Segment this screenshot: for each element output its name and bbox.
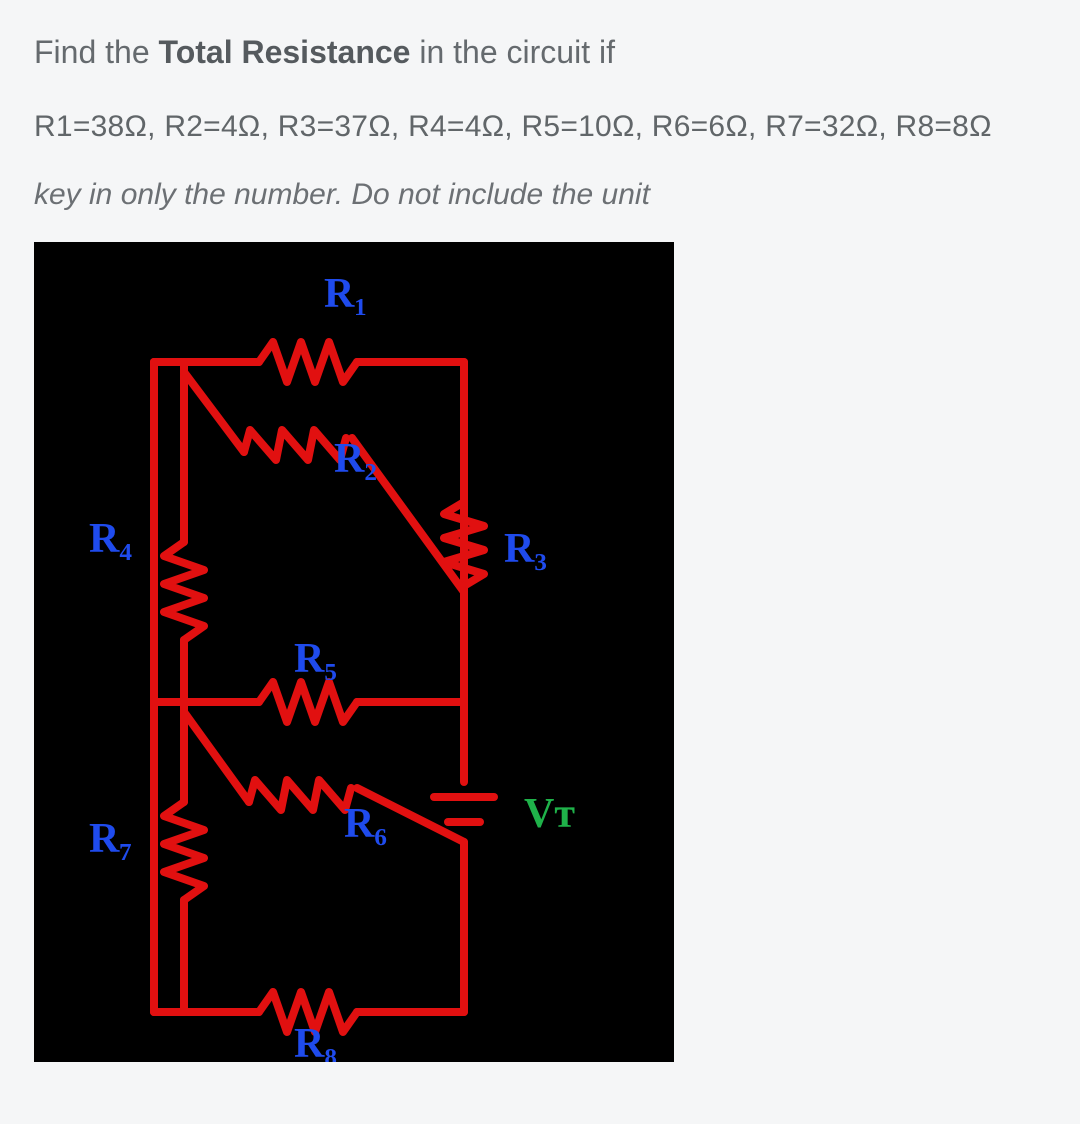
question-prompt: Find the Total Resistance in the circuit…: [34, 28, 1046, 78]
answer-hint: key in only the number. Do not include t…: [34, 178, 1046, 212]
label-vt: Vᴛ: [524, 791, 575, 837]
label-r7: R₇: [89, 816, 132, 862]
label-r8: R₈: [294, 1021, 337, 1062]
label-r2: R₂: [334, 436, 377, 482]
label-r1: R₁: [324, 271, 367, 317]
label-r3: R₃: [504, 526, 547, 572]
prompt-suffix: in the circuit if: [410, 34, 615, 70]
label-r6: R₆: [344, 801, 387, 847]
prompt-bold: Total Resistance: [159, 34, 411, 70]
circuit-svg: R₁ R₂ R₃ R₄ R₅ R₆ R₇ R₈ Vᴛ: [34, 242, 674, 1062]
prompt-prefix: Find the: [34, 34, 159, 70]
label-r4: R₄: [89, 516, 132, 562]
question-page: Find the Total Resistance in the circuit…: [0, 0, 1080, 1090]
circuit-diagram: R₁ R₂ R₃ R₄ R₅ R₆ R₇ R₈ Vᴛ: [34, 242, 674, 1062]
label-r5: R₅: [294, 636, 337, 682]
resistor-values: R1=38Ω, R2=4Ω, R3=37Ω, R4=4Ω, R5=10Ω, R6…: [34, 104, 1046, 151]
